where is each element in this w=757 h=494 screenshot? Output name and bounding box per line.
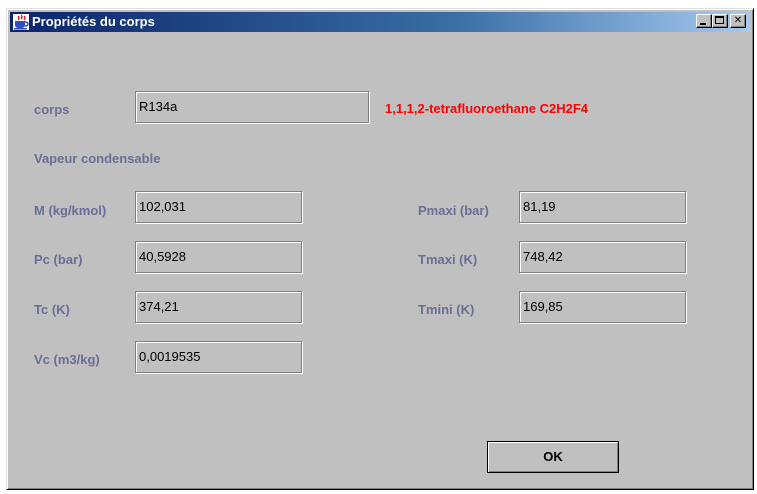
min-temperature-label: Tmini (K) bbox=[418, 302, 475, 317]
minimize-icon bbox=[700, 23, 706, 25]
ok-button[interactable]: OK bbox=[487, 441, 619, 473]
critical-temperature-field[interactable]: 374,21 bbox=[135, 291, 302, 323]
dialog-window: Propriétés du corps ✕ corps R134a 1,1,1,… bbox=[6, 8, 754, 490]
critical-pressure-field[interactable]: 40,5928 bbox=[135, 241, 302, 273]
min-temperature-field[interactable]: 169,85 bbox=[519, 291, 686, 323]
critical-pressure-label: Pc (bar) bbox=[34, 252, 83, 267]
critical-volume-label: Vc (m3/kg) bbox=[34, 352, 100, 367]
coffee-cup-icon bbox=[13, 14, 29, 30]
maximize-button[interactable] bbox=[712, 14, 728, 28]
critical-temperature-label: Tc (K) bbox=[34, 302, 70, 317]
window-title: Propriétés du corps bbox=[32, 14, 155, 29]
title-bar[interactable]: Propriétés du corps ✕ bbox=[10, 12, 750, 32]
close-icon: ✕ bbox=[733, 15, 743, 26]
critical-volume-field[interactable]: 0,0019535 bbox=[135, 341, 302, 373]
minimize-button[interactable] bbox=[696, 14, 712, 28]
section-title: Vapeur condensable bbox=[34, 151, 161, 166]
maximize-icon bbox=[715, 16, 724, 24]
molar-mass-field[interactable]: 102,031 bbox=[135, 191, 302, 223]
max-pressure-field[interactable]: 81,19 bbox=[519, 191, 686, 223]
corps-label: corps bbox=[34, 102, 70, 117]
max-temperature-field[interactable]: 748,42 bbox=[519, 241, 686, 273]
molar-mass-label: M (kg/kmol) bbox=[34, 203, 107, 218]
max-pressure-label: Pmaxi (bar) bbox=[418, 203, 489, 218]
corps-field[interactable]: R134a bbox=[135, 91, 369, 123]
substance-full-name: 1,1,1,2-tetrafluoroethane C2H2F4 bbox=[385, 101, 589, 116]
close-button[interactable]: ✕ bbox=[730, 14, 746, 28]
max-temperature-label: Tmaxi (K) bbox=[418, 252, 478, 267]
